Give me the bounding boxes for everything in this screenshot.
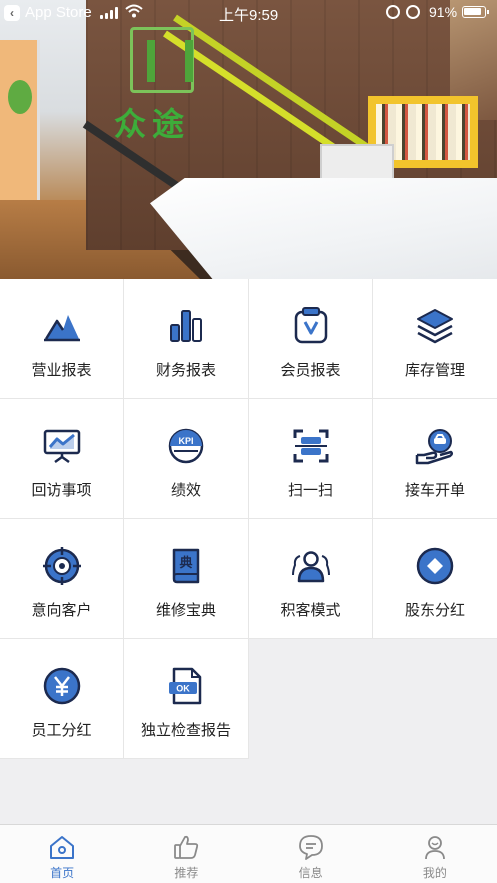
menu-label: 员工分红 [31,721,92,739]
yen-coin-icon [43,667,80,705]
alarm-icon [406,5,420,19]
status-time: 上午9:59 [219,7,279,24]
banner-wall-panel [0,40,40,220]
car-hand-icon [415,429,454,465]
svg-text:OK: OK [176,684,190,694]
tab-label: 首页 [50,866,75,880]
wifi-icon [125,4,143,18]
company-logo-text: 众途 [114,105,191,143]
menu-label: 积客模式 [280,601,341,619]
grid-empty-space [249,639,497,759]
tab-home[interactable]: 首页 [0,825,124,883]
menu-item-customer-model[interactable]: 积客模式 [249,519,373,639]
message-bubble-icon [298,835,323,860]
tab-mine[interactable]: 我的 [373,825,497,883]
menu-label: 扫一扫 [287,481,333,499]
member-card-icon [294,307,327,344]
signal-icon [100,7,120,19]
menu-item-kpi[interactable]: KPI 绩效 [124,399,249,519]
company-logo-mark [130,27,194,93]
menu-label: 营业报表 [31,361,92,379]
status-bar: ‹ App Store 上午9:59 91% [0,0,497,26]
tab-label: 我的 [422,866,447,880]
banner-image: 众途 [0,0,497,279]
menu-item-vehicle-checkin[interactable]: 接车开单 [373,399,497,519]
menu-item-member-report[interactable]: 会员报表 [249,279,373,399]
thumbs-up-icon [174,835,199,859]
tab-recommend[interactable]: 推荐 [124,825,248,883]
menu-item-business-report[interactable]: 营业报表 [0,279,124,399]
svg-text:KPI: KPI [178,436,193,446]
menu-item-inventory[interactable]: 库存管理 [373,279,497,399]
menu-label: 独立检查报告 [140,721,231,739]
menu-label: 绩效 [170,481,201,499]
banner-monitor [320,144,394,180]
menu-item-employee-dividend[interactable]: 员工分红 [0,639,124,759]
tab-label: 推荐 [174,866,199,880]
home-icon [50,836,75,859]
menu-item-finance-report[interactable]: 财务报表 [124,279,249,399]
function-grid: 营业报表 财务报表 会员报表 库存管理 回访事项 KPI 绩效 扫一扫 接车开单… [0,279,497,759]
dictionary-book-icon: 典 [172,548,200,584]
bottom-tab-bar: 首页 推荐 信息 我的 [0,824,497,883]
presentation-board-icon [43,429,80,464]
stacked-layers-icon [417,309,453,344]
menu-label: 财务报表 [155,361,216,379]
battery-fill [464,8,482,15]
menu-label: 回访事项 [31,481,92,499]
tab-messages[interactable]: 信息 [249,825,373,883]
back-arrow-icon[interactable]: ‹ [4,5,20,21]
diamond-icon [416,547,454,585]
menu-label: 股东分红 [404,601,465,619]
menu-item-scan[interactable]: 扫一扫 [249,399,373,519]
back-to-app-label[interactable]: App Store [25,4,92,21]
kpi-icon: KPI [168,428,204,464]
svg-text:典: 典 [179,555,192,571]
banner-wall-logo [8,80,32,114]
menu-item-inspection-report[interactable]: OK 独立检查报告 [124,639,249,759]
bar-chart-icon [170,310,202,342]
menu-item-repair-manual[interactable]: 典 维修宝典 [124,519,249,639]
mountain-chart-icon [43,315,80,342]
scan-icon [293,429,328,463]
tab-label: 信息 [298,866,323,880]
orientation-lock-icon [386,5,400,19]
menu-item-shareholder-dividend[interactable]: 股东分红 [373,519,497,639]
customers-icon [291,551,330,583]
battery-percent: 91% [429,4,458,20]
menu-label: 库存管理 [404,361,465,379]
banner-reception-desk [150,178,497,279]
menu-label: 意向客户 [31,601,92,619]
menu-label: 维修宝典 [155,601,216,619]
target-icon [42,547,81,585]
menu-item-follow-up[interactable]: 回访事项 [0,399,124,519]
ok-document-icon: OK [169,667,202,705]
menu-item-prospects[interactable]: 意向客户 [0,519,124,639]
user-icon [424,836,445,860]
menu-label: 接车开单 [404,481,465,499]
battery-icon [462,6,489,18]
menu-label: 会员报表 [280,361,341,379]
